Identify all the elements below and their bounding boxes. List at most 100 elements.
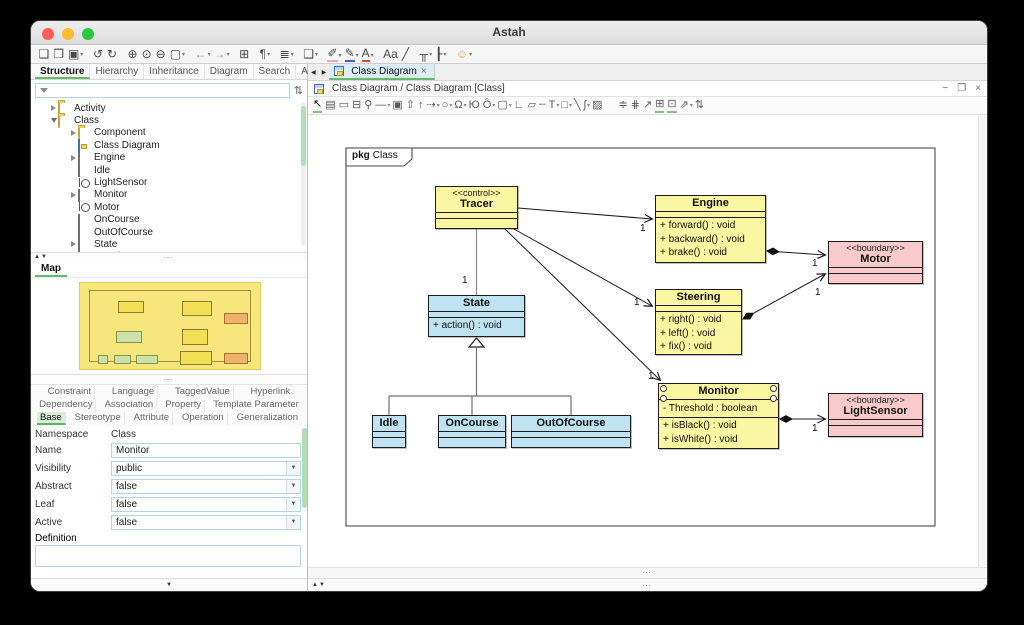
attribute[interactable]: - Threshold : boolean <box>659 402 778 416</box>
tree-filter-input[interactable] <box>52 84 285 96</box>
corner-line-tool[interactable]: ∟ <box>514 99 526 112</box>
association-tool[interactable]: —▾ <box>375 99 390 112</box>
active-select[interactable]: false ▼ <box>111 515 301 530</box>
image-tool[interactable]: ▨ <box>592 99 603 112</box>
tab-operation[interactable]: Operation <box>179 412 228 425</box>
sidebar-tab[interactable]: Structure <box>35 64 90 79</box>
tree-item-class[interactable]: Class <box>31 114 307 126</box>
expander-closed-icon[interactable] <box>71 192 76 198</box>
diagram-canvas[interactable]: pkgClass <<control>> Tracer Engine <box>308 115 978 567</box>
dropdown-caret-icon[interactable]: ▾ <box>690 101 693 112</box>
hierarchy-button[interactable]: ┠▾ <box>435 47 446 61</box>
splitter-handle-icon[interactable]: ⋯ <box>31 375 307 383</box>
definition-field[interactable] <box>35 545 301 567</box>
save-file-button[interactable]: ▣▾ <box>68 47 83 61</box>
operation[interactable]: + action() : void <box>429 319 524 333</box>
operation[interactable]: + right() : void <box>656 313 741 327</box>
tree-item-outofcourse[interactable]: OutOfCourse <box>31 226 307 238</box>
tree-item-monitor[interactable]: Monitor <box>31 189 307 201</box>
tree-item-component[interactable]: Component <box>31 127 307 139</box>
distribute-horizontal-tool[interactable]: ⋕ <box>631 99 641 112</box>
tree-item-oncourse[interactable]: OnCourse <box>31 214 307 226</box>
fit-view-button[interactable]: ▢▾ <box>170 47 185 61</box>
edit-frame-tool[interactable]: ⊡ <box>667 98 677 113</box>
tab-scroll-right-icon[interactable]: ▶ <box>319 69 330 80</box>
control-tool[interactable]: Ô▾ <box>483 99 496 112</box>
bottom-collapse-bar[interactable]: ▲▼ ⋯ <box>308 578 987 591</box>
class-lightsensor[interactable]: <<boundary>> LightSensor <box>828 393 923 437</box>
dropdown-caret-icon[interactable]: ▾ <box>443 49 446 61</box>
select-tool[interactable]: ↖ <box>313 98 323 113</box>
tab-dependency[interactable]: Dependency <box>36 399 96 412</box>
dropdown-caret-icon[interactable]: ▾ <box>339 50 342 62</box>
package-tool[interactable]: ▭ <box>339 99 350 112</box>
tab-generalization[interactable]: Generalization <box>234 412 301 425</box>
collapse-down-icon[interactable]: ▼ <box>166 582 172 588</box>
operation[interactable]: + isWhite() : void <box>659 433 778 447</box>
dropdown-caret-icon[interactable]: ▾ <box>208 49 211 61</box>
multiplicity-label[interactable]: 1 <box>648 371 654 382</box>
distribute-vertical-tool[interactable]: ≑ <box>619 99 629 112</box>
text-direction-button[interactable]: ¶▾ <box>260 47 270 61</box>
layers-button[interactable]: ❑▾ <box>303 47 318 61</box>
generalization-tool[interactable]: ⇧ <box>406 99 416 112</box>
class-monitor[interactable]: Monitor - Threshold : boolean + isBlack(… <box>658 383 779 449</box>
sidebar-tab[interactable]: Diagram <box>205 64 254 79</box>
selection-handle[interactable] <box>770 385 777 392</box>
expander-closed-icon[interactable] <box>51 105 56 111</box>
tab-language[interactable]: Language <box>109 386 158 399</box>
line-shape-tool[interactable]: ╲ <box>574 99 582 112</box>
dropdown-caret-icon[interactable]: ▾ <box>569 101 572 112</box>
multiplicity-label[interactable]: 1 <box>462 275 468 286</box>
line-color-button[interactable]: ✎▾ <box>345 46 359 62</box>
class-engine[interactable]: Engine + forward() : void + backward() :… <box>655 195 766 263</box>
entity-tool[interactable]: Ω▾ <box>454 99 466 112</box>
close-view-button[interactable]: × <box>975 83 981 94</box>
form-scrollbar-thumb[interactable] <box>302 428 307 508</box>
dropdown-caret-icon[interactable]: ▾ <box>492 101 495 112</box>
zoom-in-button[interactable]: ⊕ <box>128 47 139 61</box>
tab-template-parameter[interactable]: Template Parameter <box>210 399 302 412</box>
pin-tool[interactable]: ⚲ <box>364 99 373 112</box>
dropdown-caret-icon[interactable]: ▾ <box>464 101 467 112</box>
fill-color-button[interactable]: ✐▾ <box>327 46 341 62</box>
dropdown-caret-icon[interactable]: ▾ <box>267 49 270 61</box>
align-button[interactable]: ≣▾ <box>280 47 294 61</box>
note-tool[interactable]: ▱ <box>528 99 537 112</box>
tab-hyperlink[interactable]: Hyperlink <box>248 386 294 399</box>
structure-tree-button[interactable]: ╥▾ <box>420 47 433 61</box>
selection-handle[interactable] <box>660 395 667 402</box>
sidebar-collapse-bar[interactable]: ▼ <box>31 578 307 591</box>
sidebar-tab[interactable]: Hierarchy <box>90 64 144 79</box>
expander-closed-icon[interactable] <box>71 155 76 161</box>
splitter-handle-icon[interactable]: ⋯ <box>308 581 987 589</box>
tab-taggedvalue[interactable]: TaggedValue <box>172 386 234 399</box>
panel-divider[interactable]: ▲▼ ⋯ <box>31 252 307 262</box>
dropdown-caret-icon[interactable]: ▾ <box>469 49 472 61</box>
draw-line-button[interactable]: ╱ <box>402 47 410 61</box>
dropdown-caret-icon[interactable]: ▾ <box>371 50 374 62</box>
zoom-tool-button[interactable]: ⊙ <box>142 47 153 61</box>
minimize-window-button[interactable] <box>62 28 74 40</box>
name-field[interactable] <box>111 443 301 458</box>
abstract-select[interactable]: false ▼ <box>111 479 301 494</box>
text-tool[interactable]: T▾ <box>549 99 560 112</box>
font-settings-button[interactable]: Aa <box>383 47 399 61</box>
sort-icon[interactable]: ⇅ <box>294 84 303 97</box>
class-state[interactable]: State + action() : void <box>428 295 525 337</box>
tree-item-motor[interactable]: Motor <box>31 201 307 213</box>
zoom-window-button[interactable] <box>82 28 94 40</box>
redo-button[interactable]: ↻ <box>107 47 118 61</box>
tree-item-state[interactable]: State <box>31 238 307 250</box>
multiplicity-label[interactable]: 1 <box>634 297 640 308</box>
operation[interactable]: + forward() : void <box>656 219 765 233</box>
class-steering[interactable]: Steering + right() : void + left() : voi… <box>655 289 742 355</box>
model-tool[interactable]: ⊟ <box>352 99 362 112</box>
containment-tool[interactable]: ▣ <box>392 99 403 112</box>
chevron-down-icon[interactable]: ▼ <box>286 462 300 475</box>
usecase-tool[interactable]: ▢▾ <box>497 99 511 112</box>
operation[interactable]: + brake() : void <box>656 246 765 260</box>
minimap-panel[interactable] <box>31 278 307 374</box>
tab-scroll-left-icon[interactable]: ◀ <box>308 69 319 80</box>
zoom-out-button[interactable]: ⊖ <box>156 47 167 61</box>
